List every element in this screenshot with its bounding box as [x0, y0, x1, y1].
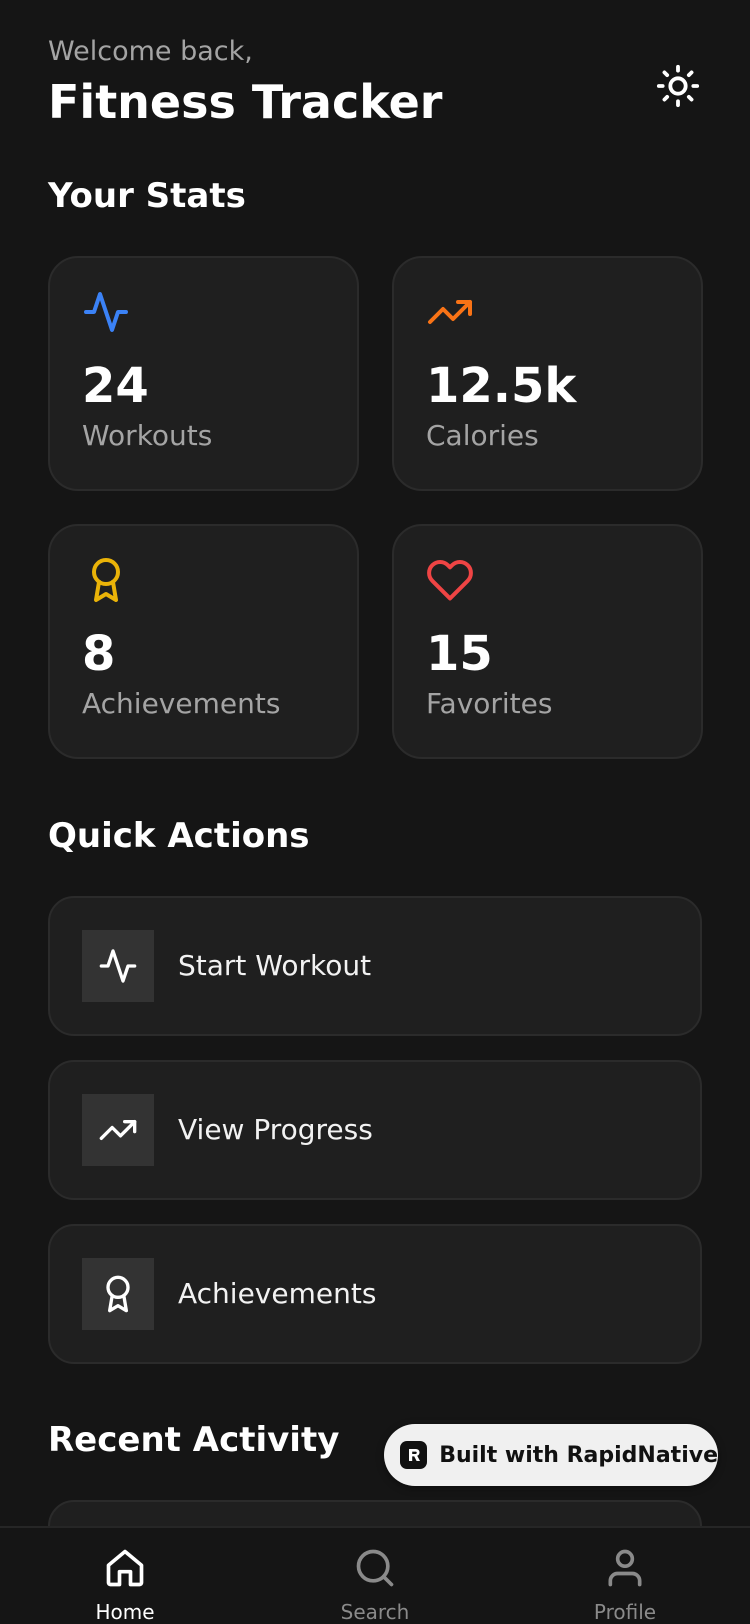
recent-activity-section-title: Recent Activity: [48, 1420, 340, 1460]
stat-value: 8: [82, 626, 116, 682]
action-icon-box: [82, 1258, 154, 1330]
heart-icon: [427, 560, 473, 601]
stat-label: Calories: [426, 419, 539, 452]
tab-label: Home: [95, 1600, 155, 1624]
trending-up-icon: [428, 300, 472, 324]
stat-value: 24: [82, 358, 149, 414]
start-workout-button[interactable]: Start Workout: [48, 896, 702, 1036]
rapidnative-logo-icon: [400, 1441, 428, 1469]
award-icon: [92, 558, 120, 602]
stat-card-favorites[interactable]: 15 Favorites: [392, 524, 703, 759]
view-progress-button[interactable]: View Progress: [48, 1060, 702, 1200]
header: Welcome back, Fitness Tracker: [48, 34, 442, 132]
activity-icon: [84, 292, 128, 332]
stat-label: Achievements: [82, 687, 281, 720]
tab-label: Search: [340, 1600, 410, 1624]
welcome-text: Welcome back,: [48, 36, 253, 67]
built-with-text: Built with RapidNative: [439, 1442, 718, 1468]
home-icon: [106, 1549, 144, 1587]
built-with-badge[interactable]: Built with RapidNative: [384, 1424, 718, 1486]
user-icon: [608, 1549, 642, 1587]
tab-label: Profile: [593, 1600, 657, 1624]
home-screen: Welcome back, Fitness Tracker Your Stats…: [0, 0, 750, 1624]
bottom-tab-bar: Home Search Profile: [0, 1526, 750, 1624]
stat-label: Workouts: [82, 419, 213, 452]
stat-card-calories[interactable]: 12.5k Calories: [392, 256, 703, 491]
tab-home[interactable]: Home: [0, 1528, 250, 1624]
award-icon: [106, 1275, 130, 1313]
stat-card-achievements[interactable]: 8 Achievements: [48, 524, 359, 759]
action-icon-box: [82, 1094, 154, 1166]
tab-profile[interactable]: Profile: [500, 1528, 750, 1624]
stat-value: 15: [426, 626, 493, 682]
stat-label: Favorites: [426, 687, 553, 720]
sun-icon: [656, 64, 700, 108]
action-label: Start Workout: [178, 949, 372, 982]
action-label: Achievements: [178, 1277, 377, 1310]
stats-section-title: Your Stats: [48, 176, 246, 216]
action-icon-box: [82, 930, 154, 1002]
trending-up-icon: [99, 1120, 137, 1140]
search-icon: [356, 1549, 394, 1587]
activity-icon: [99, 949, 137, 983]
achievements-button[interactable]: Achievements: [48, 1224, 702, 1364]
stat-card-workouts[interactable]: 24 Workouts: [48, 256, 359, 491]
quick-actions-section-title: Quick Actions: [48, 816, 310, 856]
theme-toggle-button[interactable]: [650, 58, 706, 114]
page-title: Fitness Tracker: [48, 75, 443, 129]
action-label: View Progress: [178, 1113, 373, 1146]
stat-value: 12.5k: [426, 358, 577, 414]
tab-search[interactable]: Search: [250, 1528, 500, 1624]
